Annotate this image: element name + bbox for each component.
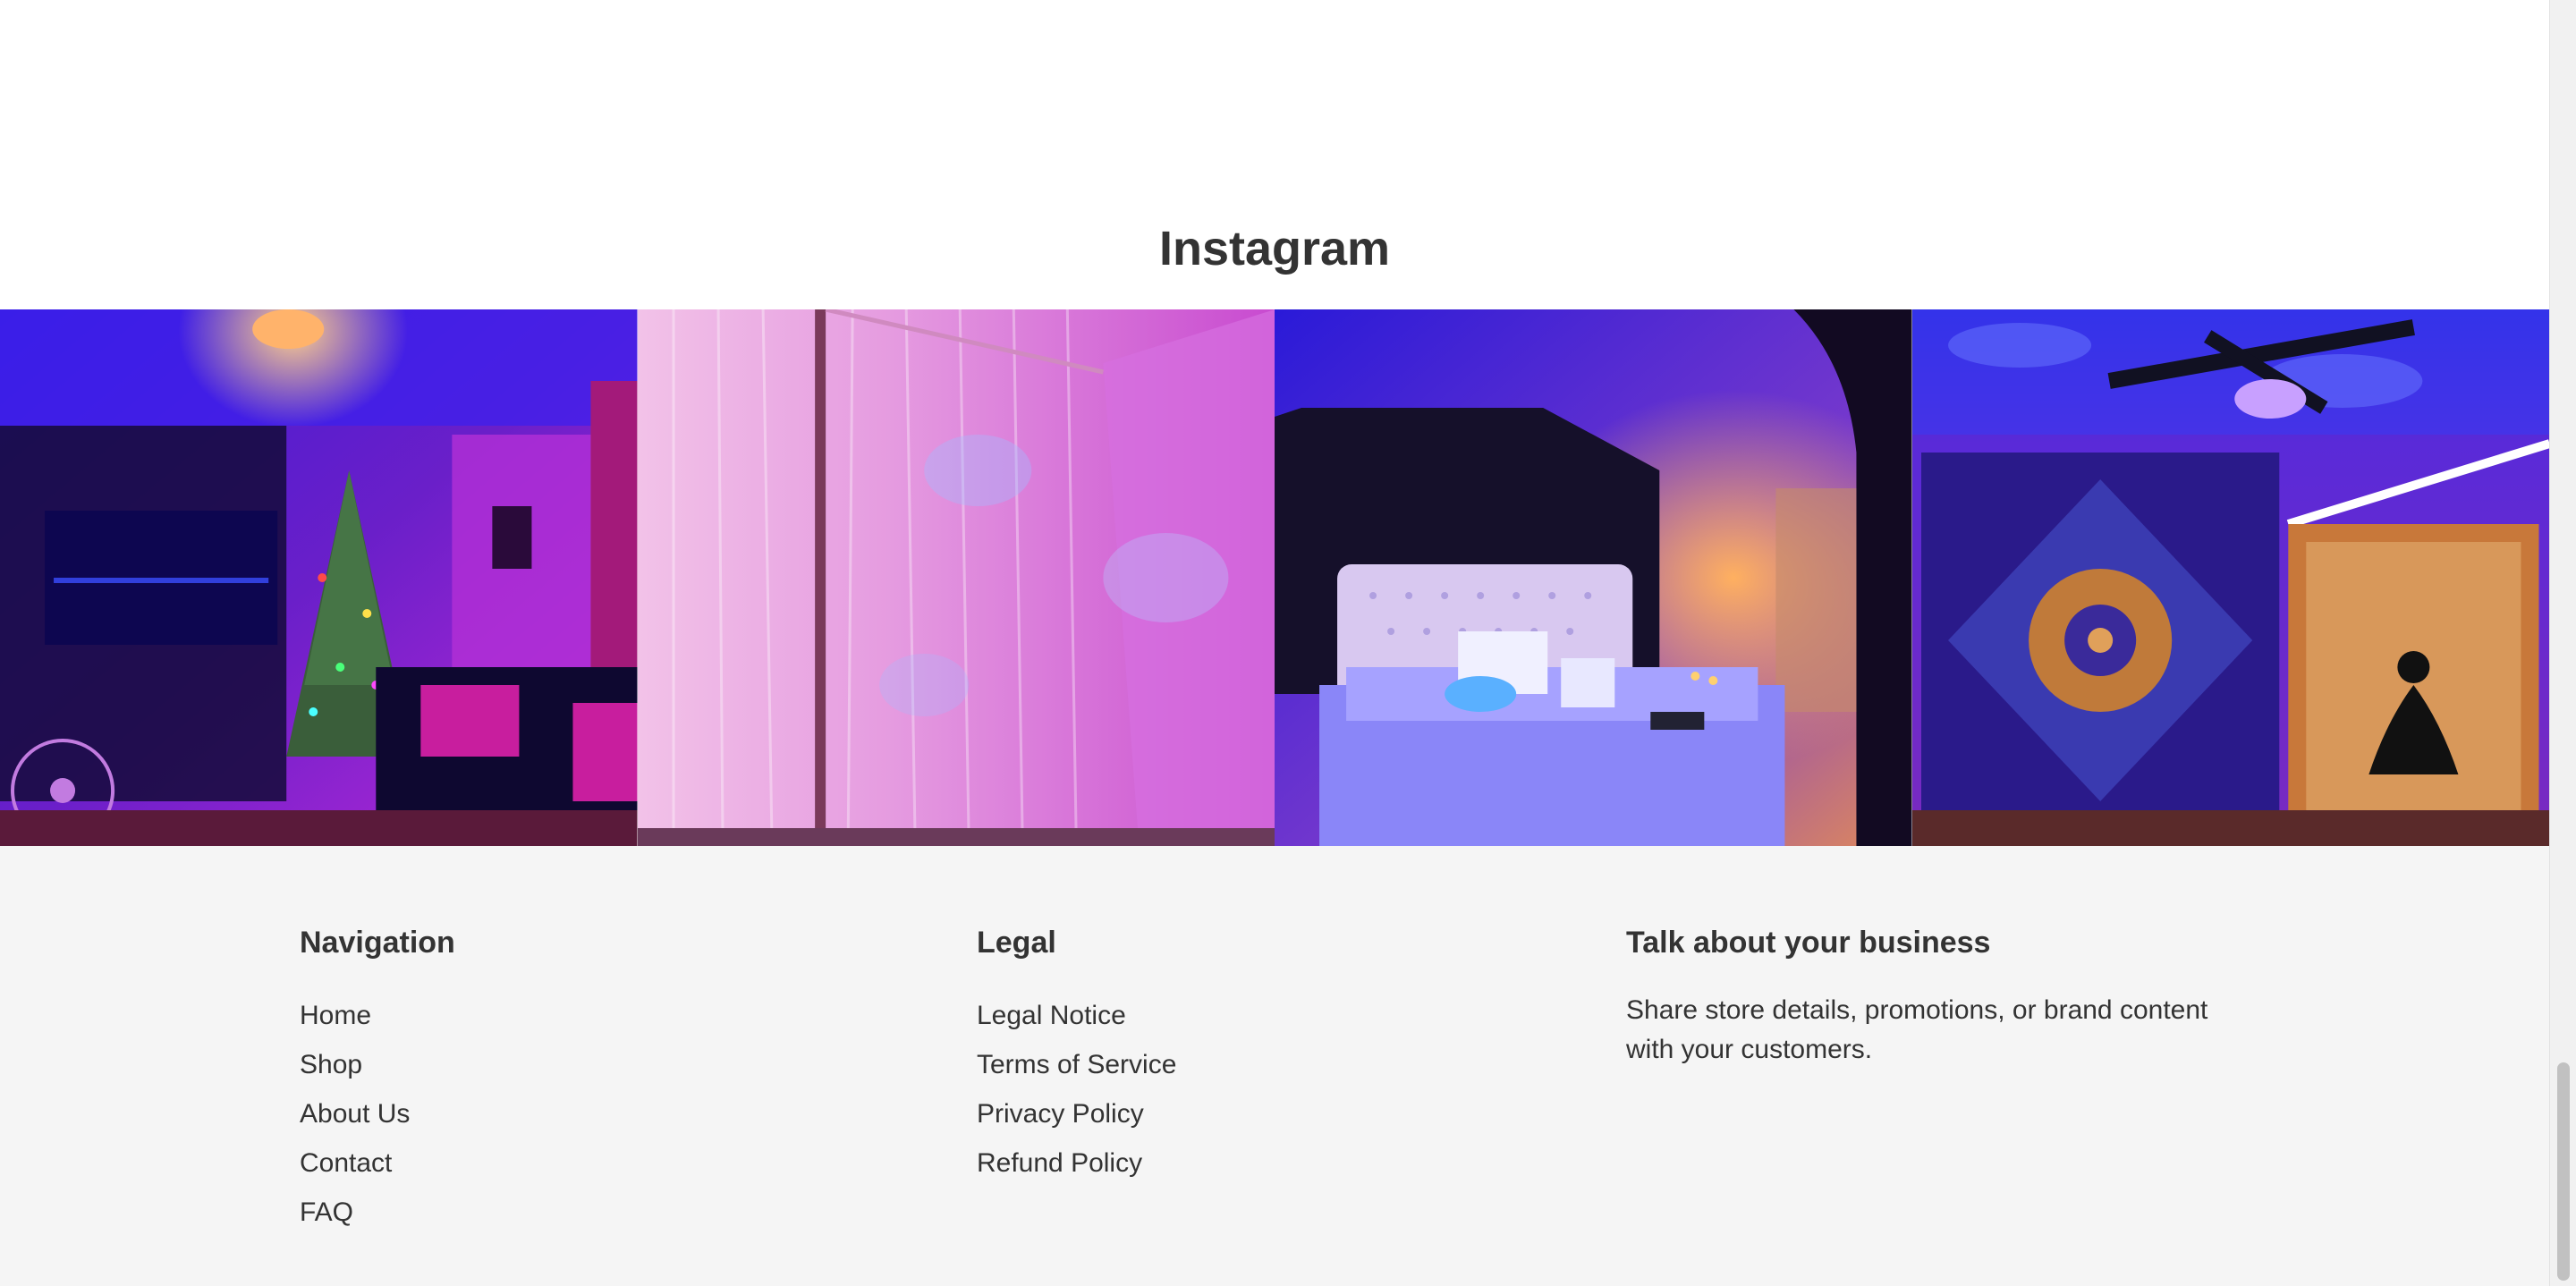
footer-link-about-us[interactable]: About Us <box>300 1089 455 1138</box>
footer-talk-about-business: Talk about your business Share store det… <box>1626 925 2234 1070</box>
footer-link-refund-policy[interactable]: Refund Policy <box>977 1138 1176 1188</box>
footer-link-contact-text[interactable]: Contact <box>300 1148 392 1178</box>
footer-link-faq-text[interactable]: FAQ <box>300 1197 353 1227</box>
footer-link-contact[interactable]: Contact <box>300 1138 455 1188</box>
footer-link-legal-notice[interactable]: Legal Notice <box>977 991 1176 1040</box>
footer-legal: Legal Legal Notice Terms of Service Priv… <box>977 925 1176 1188</box>
footer-link-legal-notice-text[interactable]: Legal Notice <box>977 1001 1126 1030</box>
instagram-image-2[interactable] <box>637 309 1275 846</box>
footer: Navigation Home Shop About Us Contact FA… <box>0 846 2549 1286</box>
footer-talk-heading: Talk about your business <box>1626 926 1991 960</box>
footer-link-terms-of-service-text[interactable]: Terms of Service <box>977 1050 1176 1079</box>
footer-link-faq[interactable]: FAQ <box>300 1188 455 1237</box>
footer-link-terms-of-service[interactable]: Terms of Service <box>977 1040 1176 1089</box>
footer-link-about-us-text[interactable]: About Us <box>300 1099 410 1129</box>
footer-link-shop-text[interactable]: Shop <box>300 1050 362 1079</box>
instagram-image-3[interactable] <box>1275 309 1912 846</box>
footer-link-privacy-policy-text[interactable]: Privacy Policy <box>977 1099 1144 1129</box>
footer-talk-text: Share store details, promotions, or bran… <box>1626 995 2208 1064</box>
footer-link-refund-policy-text[interactable]: Refund Policy <box>977 1148 1142 1178</box>
instagram-title: Instagram <box>1158 222 1391 275</box>
footer-link-privacy-policy[interactable]: Privacy Policy <box>977 1089 1176 1138</box>
page-scrollbar[interactable] <box>2549 0 2576 1286</box>
footer-navigation: Navigation Home Shop About Us Contact FA… <box>300 925 455 1237</box>
footer-link-home-text[interactable]: Home <box>300 1001 371 1030</box>
instagram-image-4-picture <box>1911 309 2549 846</box>
footer-link-home[interactable]: Home <box>300 991 455 1040</box>
instagram-image-1-picture <box>0 309 638 846</box>
footer-legal-heading: Legal <box>977 926 1056 960</box>
page: Instagram Navigation Home Shop About Us … <box>0 0 2549 1286</box>
instagram-image-4[interactable] <box>1911 309 2549 846</box>
instagram-image-1[interactable] <box>0 309 638 846</box>
instagram-image-2-picture <box>637 309 1275 846</box>
instagram-image-3-picture <box>1275 309 1912 846</box>
instagram-gallery <box>0 309 2549 846</box>
scrollbar-thumb[interactable] <box>2557 1062 2570 1281</box>
footer-link-shop[interactable]: Shop <box>300 1040 455 1089</box>
footer-navigation-list: Home Shop About Us Contact FAQ <box>300 991 455 1237</box>
footer-navigation-heading: Navigation <box>300 926 455 960</box>
footer-legal-list: Legal Notice Terms of Service Privacy Po… <box>977 991 1176 1188</box>
